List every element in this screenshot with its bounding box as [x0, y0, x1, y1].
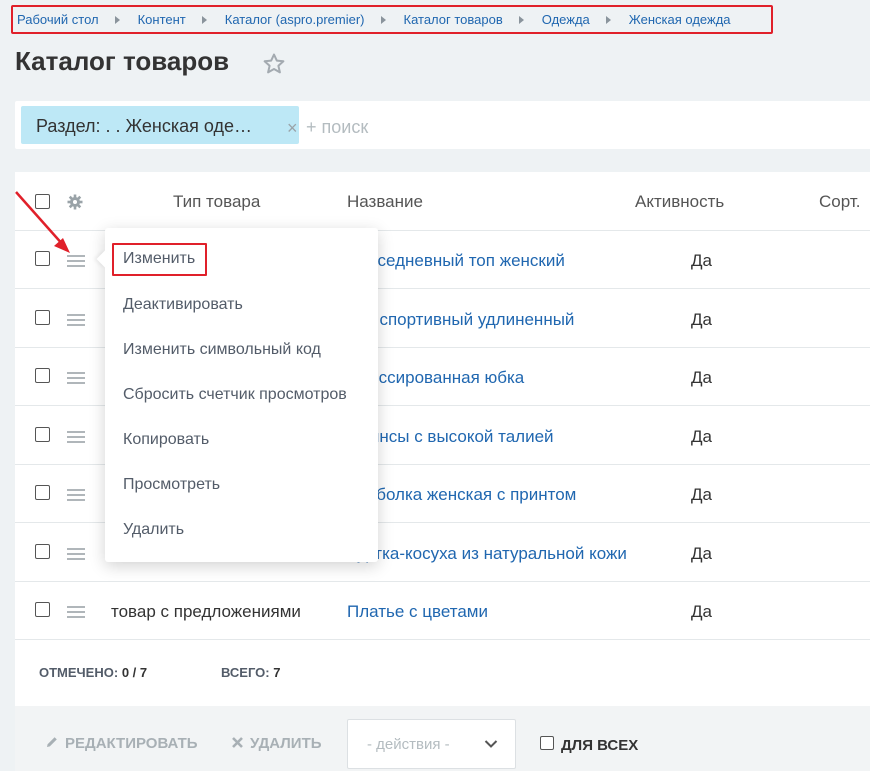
- for-all-checkbox[interactable]: [540, 736, 554, 750]
- menu-item-deactivate[interactable]: Деактивировать: [123, 296, 243, 314]
- row-menu-icon[interactable]: [67, 606, 85, 618]
- for-all-label: Для всех: [561, 737, 639, 754]
- cell-active: Да: [691, 602, 712, 621]
- total-count: Всего: 7: [221, 665, 281, 680]
- breadcrumb-item-womens-clothing[interactable]: Женская одежда: [629, 12, 731, 27]
- search-input[interactable]: + поиск: [306, 117, 368, 138]
- selected-count: Отмечено: 0 / 7: [39, 665, 148, 680]
- cell-active: Да: [691, 427, 712, 446]
- breadcrumb: Рабочий стол Контент Каталог (aspro.prem…: [11, 5, 773, 34]
- row-checkbox[interactable]: [35, 310, 50, 325]
- star-icon[interactable]: [262, 52, 286, 76]
- table-row[interactable]: товар с предложениями Платье с цветами Д…: [15, 582, 870, 640]
- menu-item-copy[interactable]: Копировать: [123, 431, 209, 449]
- column-header-sort[interactable]: Сорт.: [819, 192, 860, 212]
- breadcrumb-item-desktop[interactable]: Рабочий стол: [17, 12, 99, 27]
- cell-active: Да: [691, 485, 712, 504]
- close-icon: [232, 737, 243, 748]
- row-menu-icon[interactable]: [67, 314, 85, 326]
- cell-active: Да: [691, 251, 712, 270]
- filter-chip-label: Раздел: . . Женская оде…: [36, 116, 253, 136]
- row-menu-icon[interactable]: [67, 431, 85, 443]
- context-menu: Изменить Деактивировать Изменить символь…: [96, 228, 378, 562]
- cell-name-link[interactable]: Футболка женская с принтом: [347, 485, 576, 505]
- column-header-type[interactable]: Тип товара: [173, 192, 260, 212]
- cell-name-link[interactable]: Куртка-косуха из натуральной кожи: [347, 544, 627, 564]
- row-menu-icon[interactable]: [67, 489, 85, 501]
- cell-active: Да: [691, 544, 712, 563]
- cell-name-link[interactable]: Топ спортивный удлиненный: [347, 310, 574, 330]
- menu-item-edit[interactable]: Изменить: [123, 250, 195, 268]
- breadcrumb-item-catalog-aspro[interactable]: Каталог (aspro.premier): [225, 12, 365, 27]
- breadcrumb-item-product-catalog[interactable]: Каталог товаров: [404, 12, 503, 27]
- menu-item-reset-views[interactable]: Сбросить счетчик просмотров: [123, 386, 347, 404]
- chevron-down-icon: [484, 740, 498, 748]
- action-bar: Редактировать Удалить - действия - Для в…: [15, 706, 870, 771]
- pencil-icon: [47, 737, 57, 747]
- row-checkbox[interactable]: [35, 544, 50, 559]
- delete-button[interactable]: Удалить: [231, 735, 322, 752]
- close-icon[interactable]: ×: [287, 119, 298, 137]
- page-title: Каталог товаров: [15, 46, 230, 76]
- breadcrumb-separator-icon: [605, 15, 611, 24]
- column-header-name[interactable]: Название: [347, 192, 423, 212]
- breadcrumb-separator-icon: [114, 15, 120, 24]
- row-checkbox[interactable]: [35, 368, 50, 383]
- breadcrumb-separator-icon: [201, 15, 207, 24]
- cell-type: товар с предложениями: [111, 602, 301, 621]
- row-checkbox[interactable]: [35, 485, 50, 500]
- menu-item-edit-code[interactable]: Изменить символьный код: [123, 341, 321, 359]
- row-checkbox[interactable]: [35, 427, 50, 442]
- cell-name-link[interactable]: Повседневный топ женский: [347, 251, 565, 271]
- row-menu-icon[interactable]: [67, 548, 85, 560]
- annotation-arrow-icon: [15, 191, 70, 253]
- grid-header: Тип товара Название Активность Сорт.: [15, 172, 870, 231]
- column-header-active[interactable]: Активность: [635, 192, 724, 212]
- row-menu-icon[interactable]: [67, 372, 85, 384]
- breadcrumb-item-clothing[interactable]: Одежда: [542, 12, 590, 27]
- cell-name-link[interactable]: Платье с цветами: [347, 602, 488, 622]
- footer-stats: Отмечено: 0 / 7 Всего: 7: [15, 642, 870, 706]
- cell-active: Да: [691, 310, 712, 329]
- actions-select-label: - действия -: [367, 736, 450, 753]
- cell-active: Да: [691, 368, 712, 387]
- breadcrumb-separator-icon: [518, 15, 524, 24]
- row-checkbox[interactable]: [35, 602, 50, 617]
- breadcrumb-item-content[interactable]: Контент: [138, 12, 186, 27]
- filter-chip-section[interactable]: Раздел: . . Женская оде… ×: [21, 106, 299, 144]
- menu-item-delete[interactable]: Удалить: [123, 521, 184, 539]
- actions-select[interactable]: - действия -: [347, 719, 516, 769]
- edit-button[interactable]: Редактировать: [45, 735, 198, 752]
- menu-item-view[interactable]: Просмотреть: [123, 476, 220, 494]
- breadcrumb-separator-icon: [380, 15, 386, 24]
- filter-bar: Раздел: . . Женская оде… × + поиск: [15, 101, 870, 149]
